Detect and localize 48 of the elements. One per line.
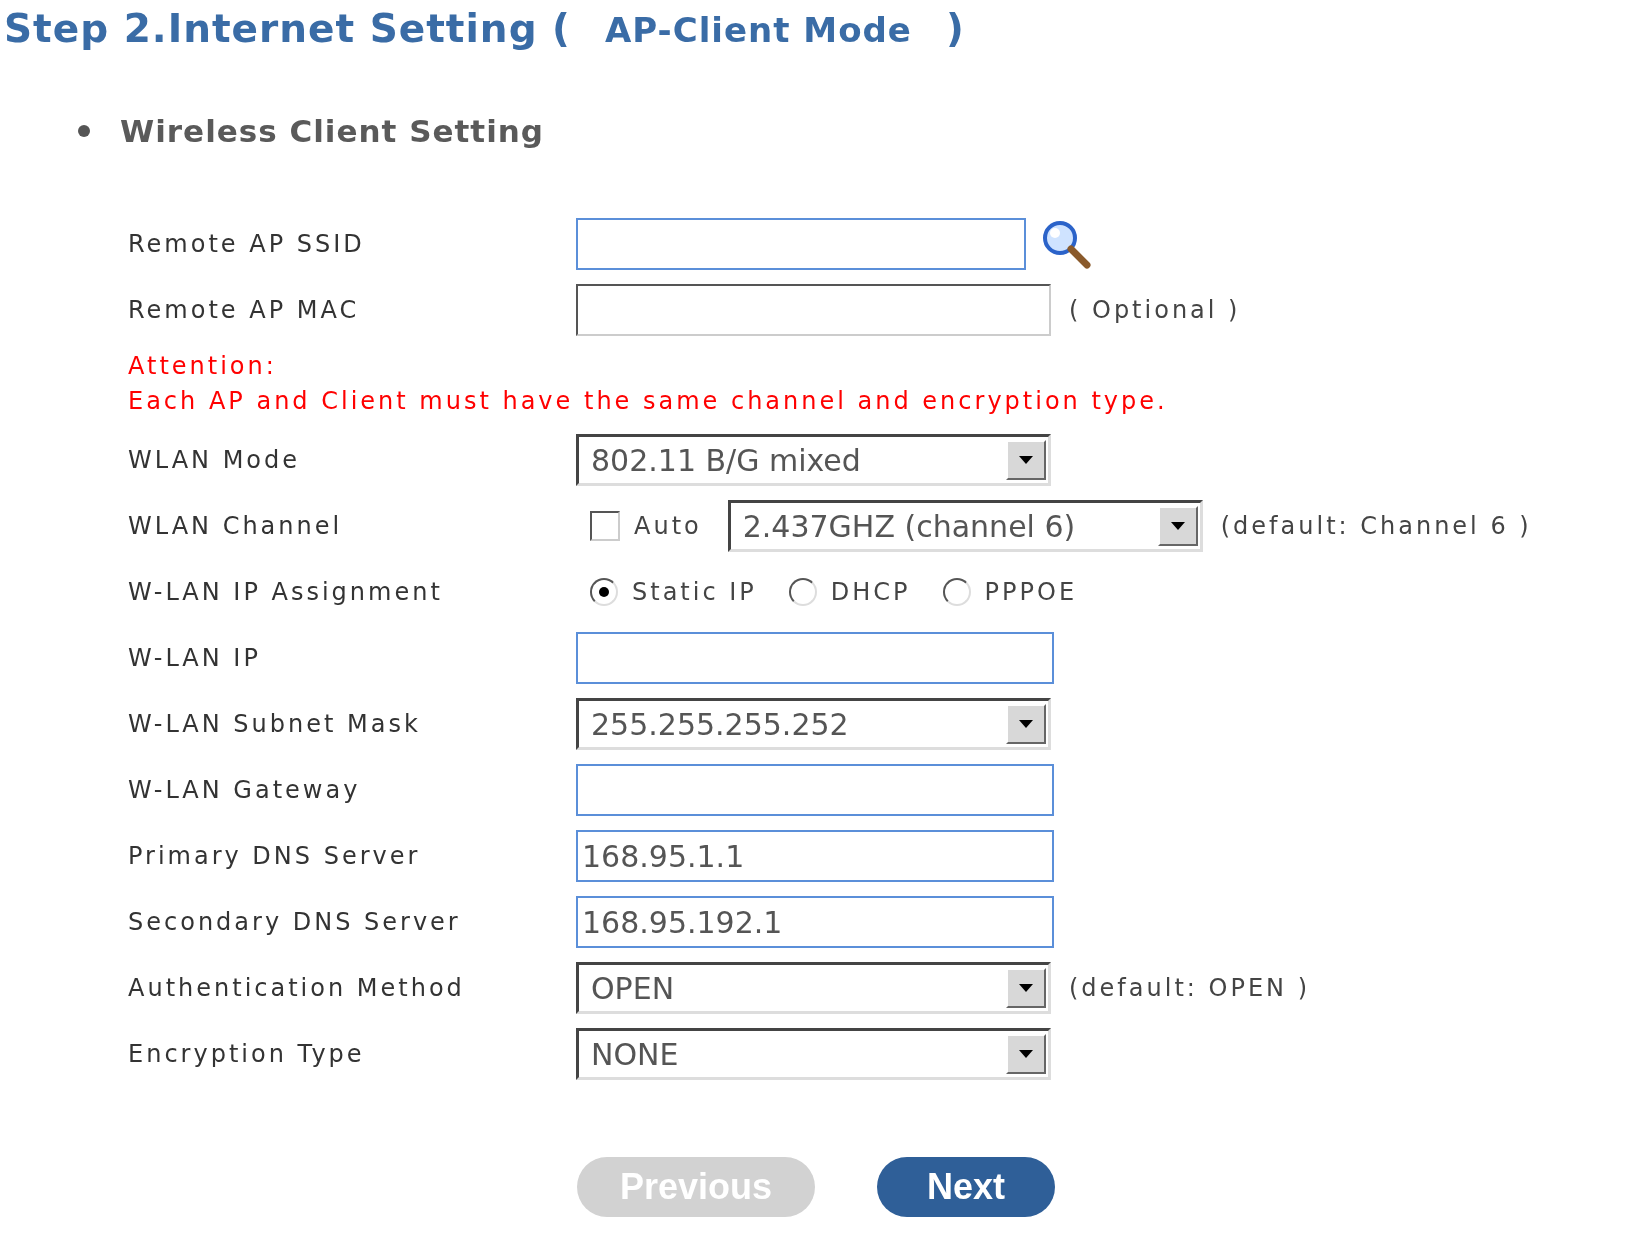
input-field[interactable]: 168.95.1.1	[576, 830, 1054, 882]
radio-button[interactable]	[942, 578, 971, 606]
radio-button[interactable]	[788, 578, 817, 606]
input-field[interactable]	[576, 218, 1026, 270]
radio-label: PPPOE	[984, 578, 1078, 606]
hint-text: (default: OPEN )	[1069, 974, 1310, 1002]
next-button[interactable]: Next	[877, 1157, 1055, 1217]
radio-label: DHCP	[830, 578, 911, 606]
bullet-icon	[78, 125, 90, 137]
hint-text: (default: Channel 6 )	[1220, 512, 1532, 540]
field-label: Remote AP SSID	[128, 230, 366, 258]
field-label: W-LAN IP Assignment	[128, 578, 444, 606]
checkbox[interactable]	[590, 511, 620, 541]
field-label: Primary DNS Server	[128, 842, 422, 870]
section-heading: Wireless Client Setting	[120, 113, 545, 149]
checkbox-label: Auto	[634, 512, 702, 540]
caret-icon[interactable]	[1170, 522, 1185, 530]
caret-icon[interactable]	[1019, 984, 1033, 992]
input-field[interactable]	[576, 284, 1051, 336]
search-icon[interactable]	[1040, 218, 1092, 270]
page-title-end: )	[945, 6, 965, 51]
input-field[interactable]	[576, 632, 1054, 684]
mode-name: AP-Client Mode	[603, 10, 913, 50]
dropdown[interactable]: OPEN	[576, 962, 1051, 1014]
field-label: W-LAN Gateway	[128, 776, 362, 804]
hint-text: ( Optional )	[1069, 296, 1241, 324]
field-label: WLAN Mode	[128, 446, 302, 474]
field-label: W-LAN Subnet Mask	[128, 710, 422, 738]
field-label: Authentication Method	[128, 974, 466, 1002]
field-label: Remote AP MAC	[128, 296, 361, 324]
dropdown[interactable]: 2.437GHZ (channel 6)	[727, 500, 1203, 552]
dropdown[interactable]: 255.255.255.252	[576, 698, 1051, 750]
dropdown[interactable]: NONE	[576, 1028, 1051, 1080]
attention-text: Each AP and Client must have the same channel and encryption type.	[128, 386, 1169, 417]
caret-icon[interactable]	[1019, 720, 1033, 728]
input-field[interactable]	[576, 764, 1054, 816]
page-title: Step 2.Internet Setting (	[4, 6, 571, 51]
caret-icon[interactable]	[1019, 456, 1033, 464]
input-field[interactable]: 168.95.192.1	[576, 896, 1054, 948]
dropdown[interactable]: 802.11 B/G mixed	[576, 434, 1051, 486]
field-label: Secondary DNS Server	[128, 908, 462, 936]
radio-button[interactable]	[590, 578, 618, 606]
attention-heading: Attention:	[128, 351, 278, 382]
field-label: Encryption Type	[128, 1040, 366, 1068]
field-label: WLAN Channel	[128, 512, 344, 540]
caret-icon[interactable]	[1019, 1050, 1033, 1058]
radio-label: Static IP	[632, 578, 757, 606]
field-label: W-LAN IP	[128, 644, 262, 672]
